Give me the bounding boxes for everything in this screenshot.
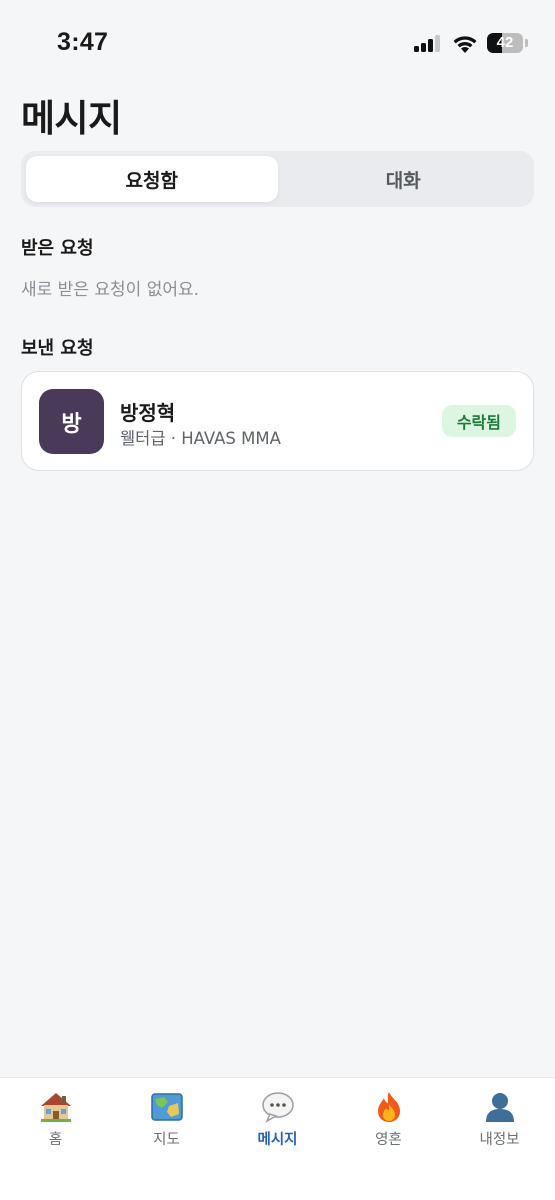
avatar: 방 [39, 389, 104, 454]
house-icon [40, 1093, 71, 1122]
tab-soul[interactable]: 영혼 [333, 1078, 444, 1158]
tab-home-label: 홈 [48, 1132, 63, 1148]
speech-bubble-icon [261, 1092, 294, 1123]
tab-messages-label: 메시지 [257, 1132, 298, 1148]
fire-icon [377, 1092, 400, 1122]
battery-level: 42 [496, 34, 514, 51]
tab-map[interactable]: 지도 [111, 1078, 222, 1158]
request-subtitle: 웰터급 · HAVAS MMA [120, 429, 281, 448]
sent-requests-title: 보낸 요청 [21, 338, 94, 359]
tab-map-label: 지도 [153, 1132, 180, 1148]
person-icon [485, 1093, 514, 1122]
bottom-tab-bar: 홈 지도 메시지 영혼 내정보 [0, 1077, 555, 1200]
map-icon [150, 1093, 183, 1121]
status-badge: 수락됨 [441, 405, 516, 437]
messages-screen: 3:47 42 메시지 요청함 대화 받은 요청 새로 받은 요청이 없어요. … [0, 0, 555, 1200]
received-empty-text: 새로 받은 요청이 없어요. [21, 280, 200, 300]
tab-messages[interactable]: 메시지 [222, 1078, 333, 1158]
battery-cap [525, 39, 528, 47]
tab-home[interactable]: 홈 [0, 1078, 111, 1158]
sent-request-card[interactable]: 방 방정혁 웰터급 · HAVAS MMA 수락됨 [21, 371, 534, 471]
tab-soul-label: 영혼 [375, 1132, 402, 1148]
page-title: 메시지 [21, 97, 122, 140]
segmented-control: 요청함 대화 [21, 151, 534, 207]
request-name: 방정혁 [120, 401, 176, 425]
tab-conversations[interactable]: 대화 [278, 156, 530, 202]
battery-icon: 42 [487, 33, 523, 53]
tab-profile-label: 내정보 [479, 1132, 520, 1148]
status-time: 3:47 [57, 28, 109, 56]
tab-requests[interactable]: 요청함 [26, 156, 278, 202]
status-bar: 3:47 42 [0, 0, 555, 80]
wifi-icon [453, 36, 477, 53]
cellular-signal-icon [414, 34, 442, 52]
received-requests-title: 받은 요청 [21, 238, 94, 259]
tab-profile[interactable]: 내정보 [444, 1078, 555, 1158]
